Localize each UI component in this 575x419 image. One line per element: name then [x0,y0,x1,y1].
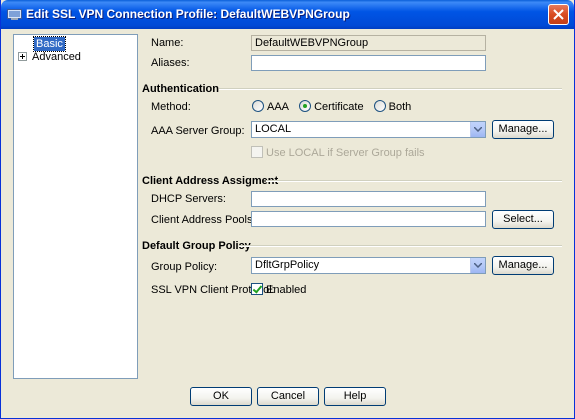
method-both-radio[interactable]: Both [373,100,412,113]
close-icon [553,9,564,20]
client-address-pools-label: Client Address Pools: [151,214,256,226]
group-policy-value: DfltGrpPolicy [255,259,320,271]
tree-item-label: Basic [33,36,66,52]
cancel-button[interactable]: Cancel [257,387,319,406]
dhcp-servers-label: DHCP Servers: [151,193,226,205]
ssl-vpn-enabled-label: Enabled [266,284,307,296]
dropdown-arrow-icon[interactable] [470,258,485,273]
section-divider [219,88,562,90]
tree-item-basic[interactable]: Basic [20,36,66,52]
method-radio-group: AAA Certificate Both [252,100,418,114]
navigation-tree: Basic Advanced [13,34,138,379]
aaa-manage-button[interactable]: Manage... [492,120,554,139]
method-label: Method: [151,101,191,113]
client-address-section-title: Client Address Assigment [142,175,279,187]
section-divider [239,245,562,247]
group-policy-select[interactable]: DfltGrpPolicy [251,257,486,274]
edit-connection-profile-dialog: Edit SSL VPN Connection Profile: Default… [0,0,575,419]
use-local-checkbox[interactable]: Use LOCAL if Server Group fails [251,146,425,160]
authentication-section-title: Authentication [142,83,219,95]
aaa-server-group-select[interactable]: LOCAL [251,121,486,138]
expand-icon[interactable] [18,51,27,61]
method-certificate-radio[interactable]: Certificate [299,100,364,113]
group-policy-manage-button[interactable]: Manage... [492,256,554,275]
title-bar[interactable]: Edit SSL VPN Connection Profile: Default… [1,0,574,29]
checkbox-icon [251,146,263,159]
radio-off-icon [252,100,264,113]
client-address-pools-input[interactable] [251,211,486,227]
name-label: Name: [151,37,184,49]
dhcp-servers-input[interactable] [251,191,486,207]
method-aaa-radio[interactable]: AAA [252,100,290,113]
pools-select-button[interactable]: Select... [492,210,554,229]
section-divider [266,180,562,182]
app-icon [7,7,22,21]
dropdown-arrow-icon[interactable] [470,122,485,137]
radio-off-icon [373,100,386,113]
group-policy-label: Group Policy: [151,261,218,273]
group-policy-section-title: Default Group Policy [142,240,251,252]
help-button[interactable]: Help [324,387,386,406]
ssl-vpn-enabled-checkbox[interactable]: Enabled [251,283,306,297]
aaa-server-group-value: LOCAL [255,123,292,135]
ok-button[interactable]: OK [190,387,252,406]
name-field: DefaultWEBVPNGroup [251,35,486,51]
aaa-server-group-label: AAA Server Group: [151,125,245,137]
tree-item-advanced[interactable]: Advanced [18,50,81,64]
method-aaa-label: AAA [267,101,290,113]
checkbox-checked-icon [251,283,263,296]
aliases-label: Aliases: [151,57,190,69]
method-both-label: Both [388,101,412,113]
tree-item-label: Advanced [32,51,81,63]
method-certificate-label: Certificate [314,101,364,113]
window-title: Edit SSL VPN Connection Profile: Default… [26,7,350,21]
aliases-input[interactable] [251,55,486,71]
close-button[interactable] [548,4,569,25]
radio-on-icon [299,100,312,113]
use-local-label: Use LOCAL if Server Group fails [266,147,425,159]
